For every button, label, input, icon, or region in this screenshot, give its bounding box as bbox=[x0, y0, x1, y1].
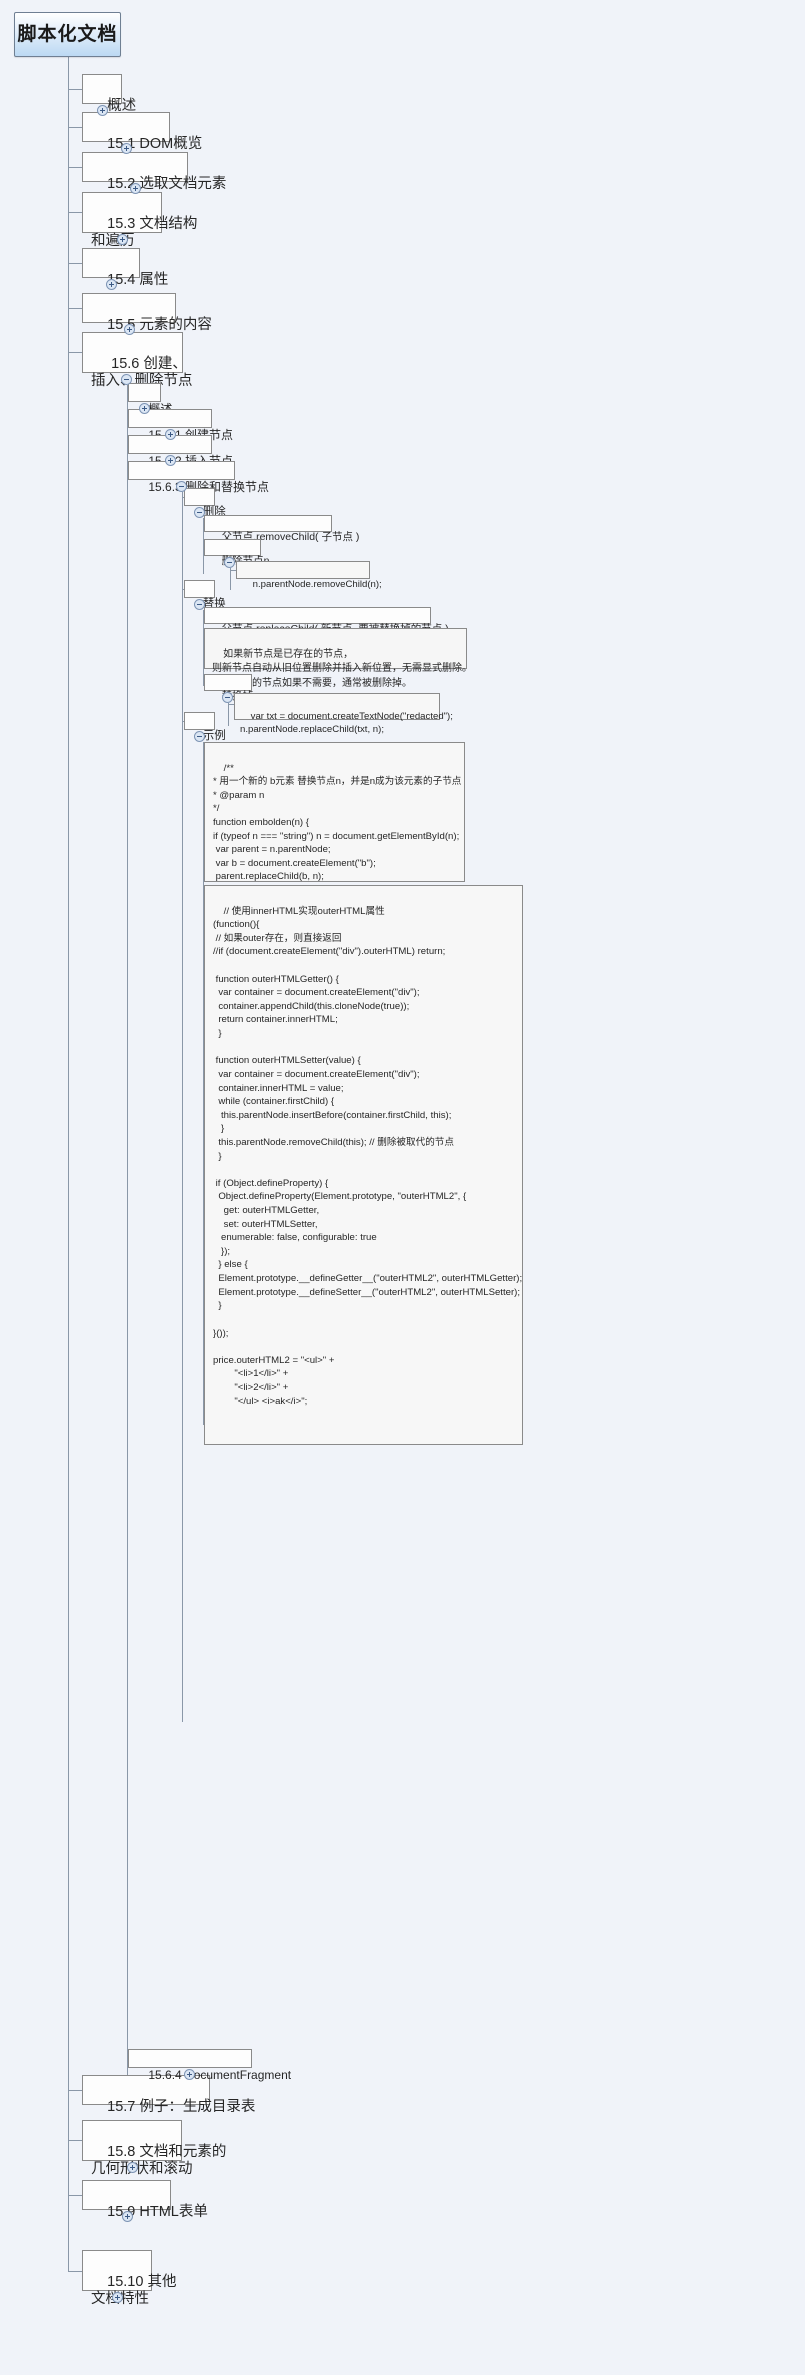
toggle-15-6[interactable] bbox=[121, 374, 132, 385]
node-delete-code-snippet[interactable]: n.parentNode.removeChild(n); bbox=[236, 561, 382, 590]
toggle-15-3[interactable] bbox=[117, 234, 128, 245]
node-example-code-outerhtml[interactable]: // 使用innerHTML实现outerHTML属性 (function(){… bbox=[204, 885, 523, 1445]
toggle-15-2[interactable] bbox=[130, 183, 141, 194]
node-15-8[interactable]: 15.8 文档和元素的 几何形状和滚动 bbox=[82, 2120, 226, 2177]
toggle-15-4[interactable] bbox=[106, 279, 117, 290]
node-15-6-4[interactable]: 15.6.4 DocumentFragment bbox=[128, 2049, 291, 2082]
node-removechild-signature[interactable]: 父节点.removeChild( 子节点 ) bbox=[204, 515, 359, 543]
root-node[interactable]: 脚本化文档 bbox=[14, 12, 121, 57]
mindmap-canvas[interactable]: 脚本化文档 概述 15.1 DOM概览 15.2 选取文档元素 15.3 文档结… bbox=[0, 0, 805, 2375]
connector-l1-6 bbox=[68, 352, 82, 353]
connector-l1-3 bbox=[68, 212, 82, 213]
node-label: 15.5 元素的内容 bbox=[107, 316, 212, 333]
connector-l1-4 bbox=[68, 263, 82, 264]
toggle-replace-n[interactable] bbox=[222, 692, 233, 703]
node-15-3[interactable]: 15.3 文档结构 和遍历 bbox=[82, 192, 197, 249]
node-example-code-embolden[interactable]: /** * 用一个新的 b元素 替换节点n，并是n成为该元素的子节点 * @pa… bbox=[204, 742, 465, 910]
connector-l1-0 bbox=[68, 89, 82, 90]
branch-trunk-15-6-3 bbox=[182, 492, 183, 1722]
toggle-15-8[interactable] bbox=[127, 2162, 138, 2173]
node-delete[interactable]: 删除 bbox=[184, 488, 226, 518]
toggle-replace[interactable] bbox=[194, 599, 205, 610]
node-overview[interactable]: 概述 bbox=[82, 74, 136, 114]
node-label: 示例 bbox=[202, 730, 226, 743]
connector-l1-2 bbox=[68, 167, 82, 168]
node-15-5[interactable]: 15.5 元素的内容 bbox=[82, 293, 212, 333]
toggle-15-6-overview[interactable] bbox=[139, 403, 150, 414]
node-replace[interactable]: 替换 bbox=[184, 580, 226, 610]
node-replacechild-signature[interactable]: 父节点.replaceChild( 新节点, 要被替换掉的节点 ) bbox=[204, 607, 449, 635]
toggle-overview[interactable] bbox=[97, 105, 108, 116]
node-15-4[interactable]: 15.4 属性 bbox=[82, 248, 168, 288]
node-15-6-overview[interactable]: 概述 bbox=[128, 383, 172, 416]
toggle-delete[interactable] bbox=[194, 507, 205, 518]
toggle-15-1[interactable] bbox=[121, 143, 132, 154]
node-label: // 使用innerHTML实现outerHTML属性 (function(){… bbox=[213, 905, 523, 1407]
toggle-15-6-2[interactable] bbox=[165, 455, 176, 466]
node-label: n.parentNode.removeChild(n); bbox=[252, 578, 382, 590]
node-label: 15.7 例子：生成目录表 bbox=[107, 2098, 256, 2115]
toggle-15-6-4[interactable] bbox=[184, 2069, 195, 2080]
node-label: 15.10 其他 文档特性 bbox=[91, 2273, 177, 2308]
connector-l1-7 bbox=[68, 2090, 82, 2091]
root-node-label: 脚本化文档 bbox=[17, 23, 118, 45]
node-15-6[interactable]: 15.6 创建、 插入、删除节点 bbox=[82, 332, 193, 389]
node-15-2[interactable]: 15.2 选取文档元素 bbox=[82, 152, 226, 192]
node-replace-note[interactable]: 如果新节点是已存在的节点， 则新节点自动从旧位置删除并插入新位置，无需显式删除。… bbox=[204, 628, 472, 689]
node-label: 15.3 文档结构 和遍历 bbox=[91, 215, 198, 250]
node-15-9[interactable]: 15.9 HTML表单 bbox=[82, 2180, 208, 2220]
toggle-example[interactable] bbox=[194, 731, 205, 742]
node-15-6-3[interactable]: 15.6.3 删除和替换节点 bbox=[128, 461, 269, 494]
branch-trunk-delete-code bbox=[230, 568, 231, 590]
toggle-15-6-3[interactable] bbox=[176, 481, 187, 492]
connector-l1-8 bbox=[68, 2140, 82, 2141]
connector-l1-10 bbox=[68, 2271, 82, 2272]
branch-trunk-replace-code bbox=[228, 703, 229, 726]
node-15-1[interactable]: 15.1 DOM概览 bbox=[82, 112, 202, 152]
toggle-15-5[interactable] bbox=[124, 324, 135, 335]
toggle-delete-node-n[interactable] bbox=[224, 557, 235, 568]
node-15-10[interactable]: 15.10 其他 文档特性 bbox=[82, 2250, 176, 2307]
node-label: 15.6.4 DocumentFragment bbox=[148, 2067, 292, 2082]
toggle-15-9[interactable] bbox=[122, 2211, 133, 2222]
node-label: var txt = document.createTextNode("redac… bbox=[240, 710, 453, 736]
node-label: 15.8 文档和元素的 几何形状和滚动 bbox=[91, 2143, 227, 2178]
connector-l1-9 bbox=[68, 2195, 82, 2196]
node-replace-code-snippet[interactable]: var txt = document.createTextNode("redac… bbox=[234, 693, 453, 735]
toggle-15-10[interactable] bbox=[112, 2292, 123, 2303]
connector-l1-1 bbox=[68, 127, 82, 128]
branch-trunk-15-6 bbox=[127, 385, 128, 2083]
node-replace-n[interactable]: 替换掉n bbox=[204, 674, 259, 702]
node-label: 15.2 选取文档元素 bbox=[107, 175, 227, 192]
root-trunk-line bbox=[68, 57, 69, 2271]
node-delete-node-n[interactable]: 删除节点n bbox=[204, 539, 270, 567]
toggle-15-6-1[interactable] bbox=[165, 429, 176, 440]
connector-l1-5 bbox=[68, 308, 82, 309]
